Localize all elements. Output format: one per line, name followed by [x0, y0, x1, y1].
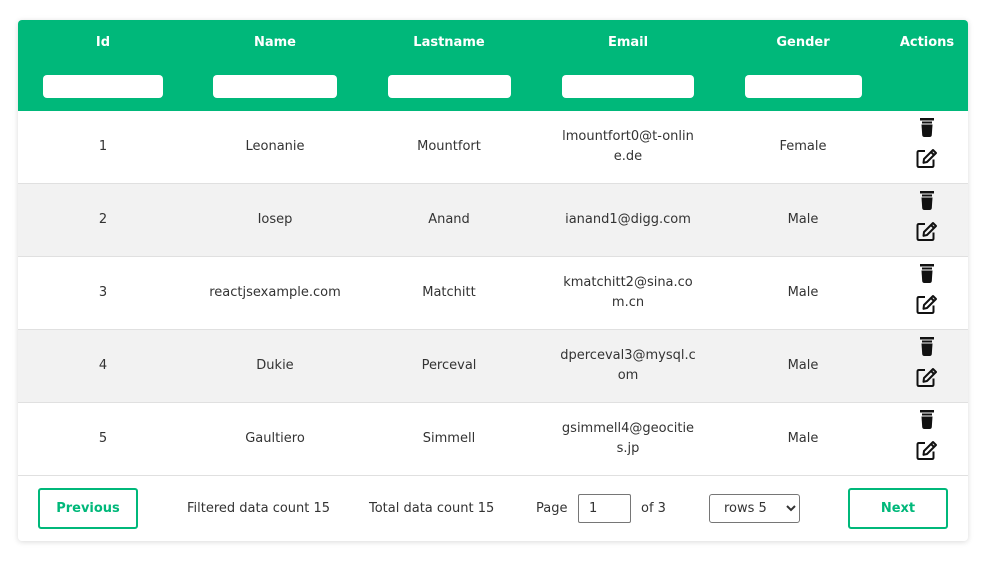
- cell-name-text: Leonanie: [245, 139, 305, 154]
- trash-icon[interactable]: [919, 337, 935, 364]
- cell-lastname-text: Perceval: [421, 358, 477, 373]
- cell-gender: Female: [720, 111, 886, 183]
- cell-gender-text: Female: [779, 139, 827, 154]
- cell-name: Iosep: [188, 184, 362, 256]
- page-number-input[interactable]: [578, 494, 631, 523]
- cell-id-text: 4: [98, 358, 108, 373]
- column-title-gender: Gender: [776, 35, 830, 50]
- cell-name-text: Iosep: [257, 212, 293, 227]
- cell-lastname: Matchitt: [362, 257, 536, 329]
- cell-actions: [886, 403, 968, 475]
- edit-icon[interactable]: [916, 294, 938, 322]
- cell-id-text: 2: [98, 212, 108, 227]
- cell-email: dperceval3@mysql.com: [536, 330, 720, 402]
- next-button[interactable]: Next: [848, 488, 948, 529]
- cell-id-text: 5: [98, 431, 108, 446]
- cell-name: reactjsexample.com: [188, 257, 362, 329]
- cell-name-text: reactjsexample.com: [209, 285, 341, 300]
- id-filter-input[interactable]: [43, 75, 163, 98]
- column-header-gender: Gender: [720, 20, 886, 111]
- previous-button[interactable]: Previous: [38, 488, 138, 529]
- cell-lastname: Perceval: [362, 330, 536, 402]
- cell-name: Dukie: [188, 330, 362, 402]
- cell-name-text: Dukie: [256, 358, 294, 373]
- column-title-id: Id: [95, 35, 111, 50]
- cell-email: gsimmell4@geocities.jp: [536, 403, 720, 475]
- edit-icon[interactable]: [916, 221, 938, 249]
- name-filter-input[interactable]: [213, 75, 337, 98]
- table-body: 1 Leonanie Mountfort lmountfort0@t-online.d…: [18, 111, 968, 476]
- cell-gender-text: Male: [787, 431, 819, 446]
- gender-filter-input[interactable]: [744, 75, 862, 98]
- column-header-email: Email: [536, 20, 720, 111]
- cell-id: 2: [18, 184, 188, 256]
- cell-gender: Male: [720, 257, 886, 329]
- email-filter-input[interactable]: [562, 75, 694, 98]
- table-header: Id Name Lastname Email Gender Actions: [18, 20, 968, 111]
- data-table-card: Id Name Lastname Email Gender Actions 1 Leonan…: [18, 20, 968, 541]
- cell-lastname-text: Matchitt: [422, 285, 476, 300]
- cell-actions: [886, 184, 968, 256]
- column-header-actions: Actions: [886, 20, 968, 111]
- cell-email-text: gsimmell4@geocities.jp: [561, 421, 695, 456]
- trash-icon[interactable]: [919, 191, 935, 218]
- cell-id-text: 1: [98, 139, 108, 154]
- column-title-lastname: Lastname: [413, 35, 485, 50]
- cell-actions: [886, 330, 968, 402]
- cell-lastname-text: Mountfort: [417, 139, 481, 154]
- cell-lastname: Simmell: [362, 403, 536, 475]
- cell-email-text: kmatchitt2@sina.com.cn: [563, 275, 693, 310]
- cell-id: 4: [18, 330, 188, 402]
- filtered-count-text: Filtered data count 15: [187, 501, 331, 516]
- table-row: 2 Iosep Anand ianand1@digg.com Male: [18, 184, 968, 257]
- page-total-text: of 3: [641, 501, 666, 516]
- cell-email: kmatchitt2@sina.com.cn: [536, 257, 720, 329]
- trash-icon[interactable]: [919, 264, 935, 291]
- edit-icon[interactable]: [916, 367, 938, 395]
- cell-gender-text: Male: [787, 285, 819, 300]
- cell-email-text: ianand1@digg.com: [565, 212, 691, 227]
- cell-actions: [886, 257, 968, 329]
- cell-name: Gaultiero: [188, 403, 362, 475]
- cell-id: 5: [18, 403, 188, 475]
- table-row: 4 Dukie Perceval dperceval3@mysql.com Male: [18, 330, 968, 403]
- column-header-name: Name: [188, 20, 362, 111]
- cell-lastname-text: Simmell: [422, 431, 476, 446]
- cell-name: Leonanie: [188, 111, 362, 183]
- lastname-filter-input[interactable]: [387, 75, 511, 98]
- cell-email: ianand1@digg.com: [536, 184, 720, 256]
- cell-gender: Male: [720, 330, 886, 402]
- table-row: 5 Gaultiero Simmell gsimmell4@geocities.jp M…: [18, 403, 968, 476]
- cell-lastname: Mountfort: [362, 111, 536, 183]
- cell-gender-text: Male: [787, 212, 819, 227]
- total-count-text: Total data count 15: [369, 501, 495, 516]
- trash-icon[interactable]: [919, 118, 935, 145]
- pagination-bar: Previous Filtered data count 15 Total da…: [18, 476, 968, 541]
- column-header-lastname: Lastname: [362, 20, 536, 111]
- cell-name-text: Gaultiero: [245, 431, 305, 446]
- cell-email: lmountfort0@t-online.de: [536, 111, 720, 183]
- cell-id: 1: [18, 111, 188, 183]
- cell-gender: Male: [720, 184, 886, 256]
- table-row: 3 reactjsexample.com Matchitt kmatchitt2@si…: [18, 257, 968, 330]
- column-title-name: Name: [253, 35, 296, 50]
- cell-id-text: 3: [98, 285, 108, 300]
- cell-lastname-text: Anand: [428, 212, 470, 227]
- edit-icon[interactable]: [916, 148, 938, 176]
- cell-email-text: dperceval3@mysql.com: [560, 348, 696, 383]
- page-label: Page: [536, 501, 568, 516]
- column-header-id: Id: [18, 20, 188, 111]
- column-title-email: Email: [607, 35, 649, 50]
- table-row: 1 Leonanie Mountfort lmountfort0@t-online.d…: [18, 111, 968, 184]
- rows-per-page-select[interactable]: rows 5: [709, 494, 800, 523]
- cell-id: 3: [18, 257, 188, 329]
- cell-lastname: Anand: [362, 184, 536, 256]
- cell-actions: [886, 111, 968, 183]
- column-title-actions: Actions: [899, 35, 955, 50]
- cell-gender-text: Male: [787, 358, 819, 373]
- trash-icon[interactable]: [919, 410, 935, 437]
- edit-icon[interactable]: [916, 440, 938, 468]
- cell-gender: Male: [720, 403, 886, 475]
- cell-email-text: lmountfort0@t-online.de: [562, 129, 694, 164]
